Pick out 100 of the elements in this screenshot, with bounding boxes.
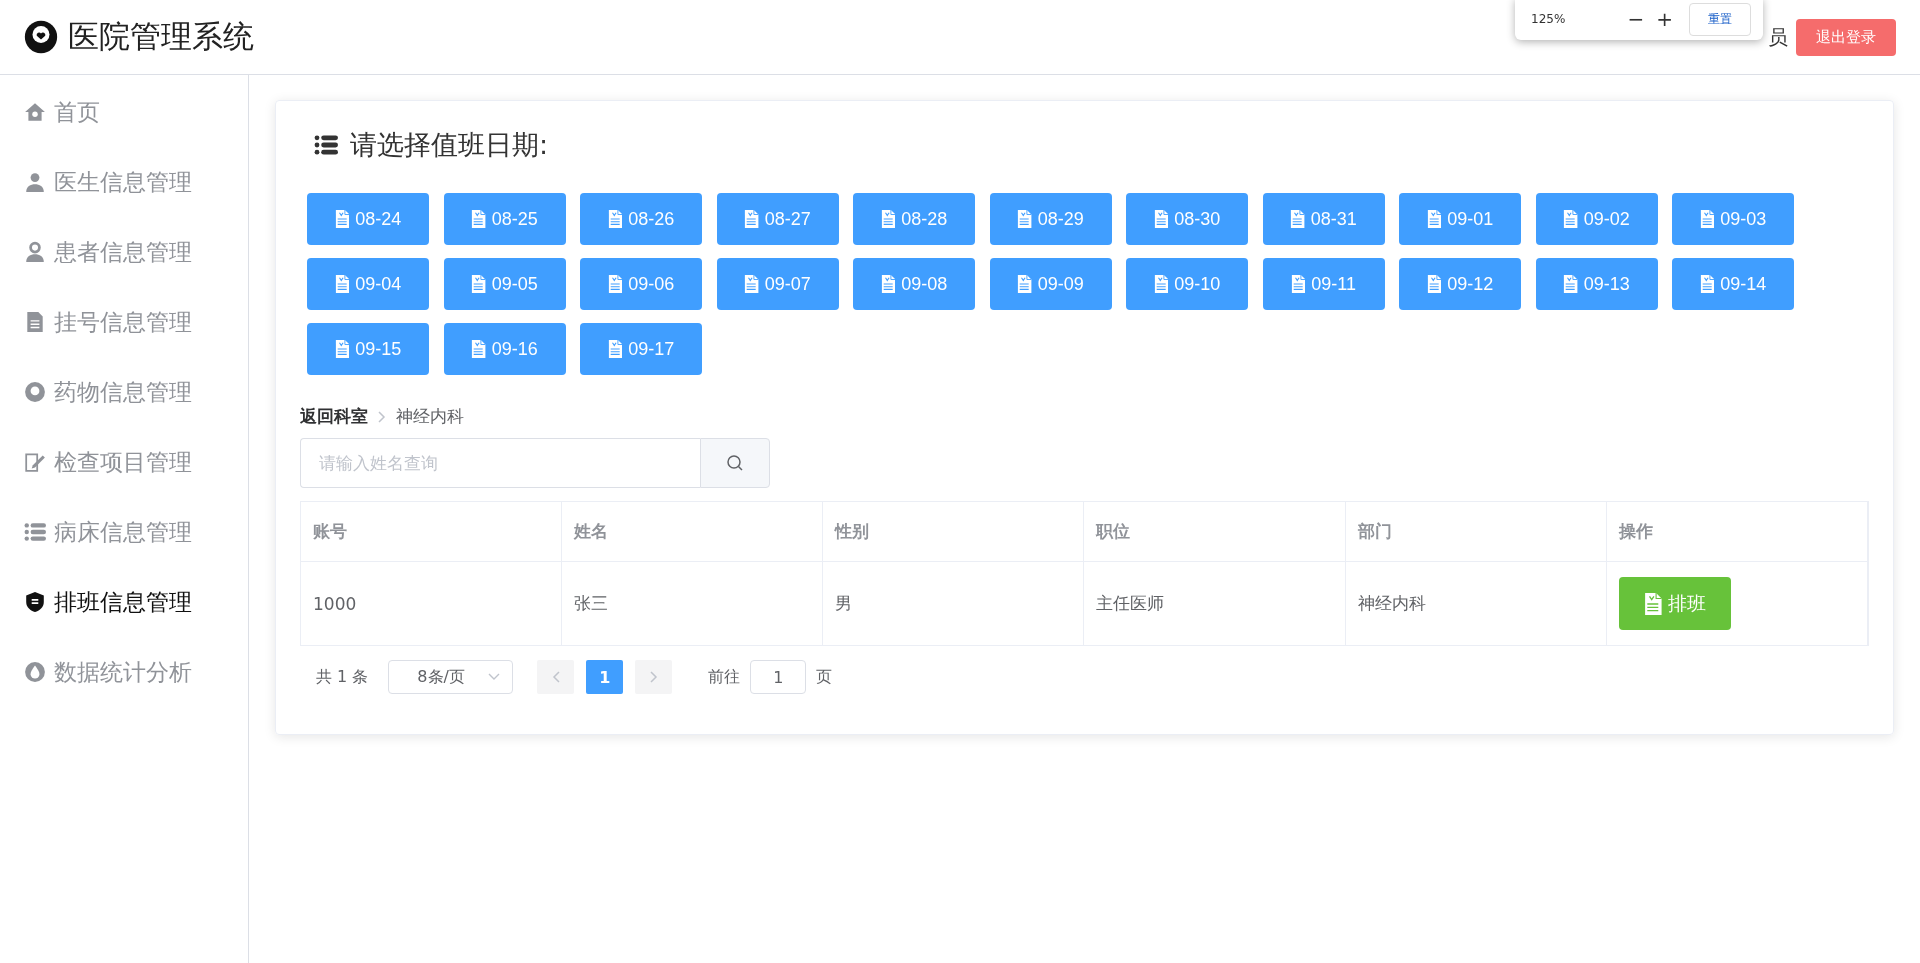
column-header: 姓名 [562,502,824,562]
date-button[interactable]: 09-06 [580,258,702,310]
breadcrumb-link[interactable]: 返回科室 [300,405,368,428]
chevron-right-icon [649,671,658,683]
edit-icon [24,451,46,473]
app-title: 医院管理系统 [68,17,254,56]
document-icon [1290,210,1305,228]
document-icon [1426,210,1442,228]
table-cell: 男 [823,562,1085,645]
date-button[interactable]: 09-17 [580,323,702,375]
document-icon [1699,275,1715,293]
sidebar-item[interactable]: 药物信息管理 [0,357,248,427]
date-button[interactable]: 08-30 [1126,193,1248,245]
sidebar-item[interactable]: 首页 [0,77,248,147]
goto-page-field[interactable]: 1 [750,660,807,694]
person-icon [24,241,46,263]
sidebar-item[interactable]: 挂号信息管理 [0,287,248,357]
next-page-button[interactable] [635,660,673,694]
document-icon [744,275,759,293]
zoom-level: 125% [1531,12,1567,26]
date-button[interactable]: 09-05 [443,258,566,310]
date-button[interactable]: 09-07 [716,258,839,310]
date-button[interactable]: 08-26 [580,193,702,245]
document-icon [744,210,759,228]
date-button[interactable]: 09-02 [1535,193,1658,245]
date-button[interactable]: 09-10 [1126,258,1248,310]
page-size-select[interactable]: 8条/页 [388,660,514,694]
section-title: 请选择值班日期: [350,128,549,162]
document-icon [1153,210,1169,228]
column-header: 性别 [823,502,1085,562]
sidebar-label: 挂号信息管理 [54,307,192,337]
search-field[interactable]: 请输入姓名查询 [300,438,700,488]
welcome-text: 员 [1768,23,1788,51]
search-button[interactable] [700,438,770,488]
document-icon [1017,210,1032,228]
document-icon [24,311,46,333]
logout-button[interactable]: 退出登录 [1796,18,1896,56]
column-header: 职位 [1084,502,1346,562]
document-icon [334,340,350,358]
date-button[interactable]: 08-25 [443,193,566,245]
prev-page-button[interactable] [537,660,575,694]
list-icon [24,521,46,543]
sidebar-item[interactable]: 数据统计分析 [0,637,248,707]
chevron-right-icon [378,410,386,423]
document-icon [607,275,623,293]
page-button[interactable]: 1 [586,660,624,694]
date-button[interactable]: 09-13 [1535,258,1658,310]
list-icon [312,133,340,157]
table-cell: 神经内科 [1345,562,1607,645]
date-button[interactable]: 09-04 [307,258,429,310]
date-button[interactable]: 08-29 [989,193,1112,245]
date-button[interactable]: 09-16 [443,323,566,375]
column-header: 账号 [301,502,563,562]
schedule-button[interactable]: 排班 [1618,577,1731,630]
date-button[interactable]: 08-31 [1262,193,1385,245]
document-icon [1426,275,1442,293]
search-icon [726,454,744,472]
document-icon [880,275,896,293]
document-icon [1563,275,1578,293]
sidebar-label: 数据统计分析 [54,657,192,687]
home-icon [24,101,46,123]
sidebar-label: 排班信息管理 [54,587,192,617]
date-button[interactable]: 09-03 [1672,193,1794,245]
document-icon [1153,275,1169,293]
date-button[interactable]: 09-11 [1262,258,1385,310]
document-icon [880,210,896,228]
breadcrumb-current: 神经内科 [396,405,464,428]
document-icon [1290,275,1306,293]
date-button[interactable]: 09-09 [989,258,1112,310]
sidebar-label: 首页 [54,97,100,127]
date-button[interactable]: 09-15 [307,323,429,375]
sidebar-label: 病床信息管理 [54,517,192,547]
document-icon [334,210,350,228]
sidebar-item[interactable]: 患者信息管理 [0,217,248,287]
date-button[interactable]: 08-28 [853,193,975,245]
sidebar-item[interactable]: 检查项目管理 [0,427,248,497]
date-button[interactable]: 09-14 [1672,258,1794,310]
column-header: 部门 [1345,502,1607,562]
sidebar-item[interactable]: 病床信息管理 [0,497,248,567]
sidebar-label: 医生信息管理 [54,167,192,197]
date-button[interactable]: 08-27 [716,193,839,245]
document-icon [471,275,486,293]
zoom-out-button[interactable]: − [1621,7,1651,31]
document-icon [471,340,486,358]
drop-circle-icon [24,661,46,683]
reset-button[interactable]: 重置 [1689,2,1751,36]
sidebar-item[interactable]: 医生信息管理 [0,147,248,217]
total-count: 共 1 条 [316,666,369,688]
date-button[interactable]: 09-08 [853,258,975,310]
date-button[interactable]: 08-24 [307,193,429,245]
document-icon [607,210,623,228]
zoom-in-button[interactable]: + [1650,7,1679,31]
document-icon [1563,210,1578,228]
date-button[interactable]: 09-01 [1399,193,1521,245]
goto-label: 前往 [708,666,741,688]
date-button[interactable]: 09-12 [1399,258,1521,310]
column-header: 操作 [1606,502,1868,562]
table-cell: 主任医师 [1084,562,1346,645]
logo-icon [24,20,58,54]
sidebar-item[interactable]: 排班信息管理 [0,567,248,637]
